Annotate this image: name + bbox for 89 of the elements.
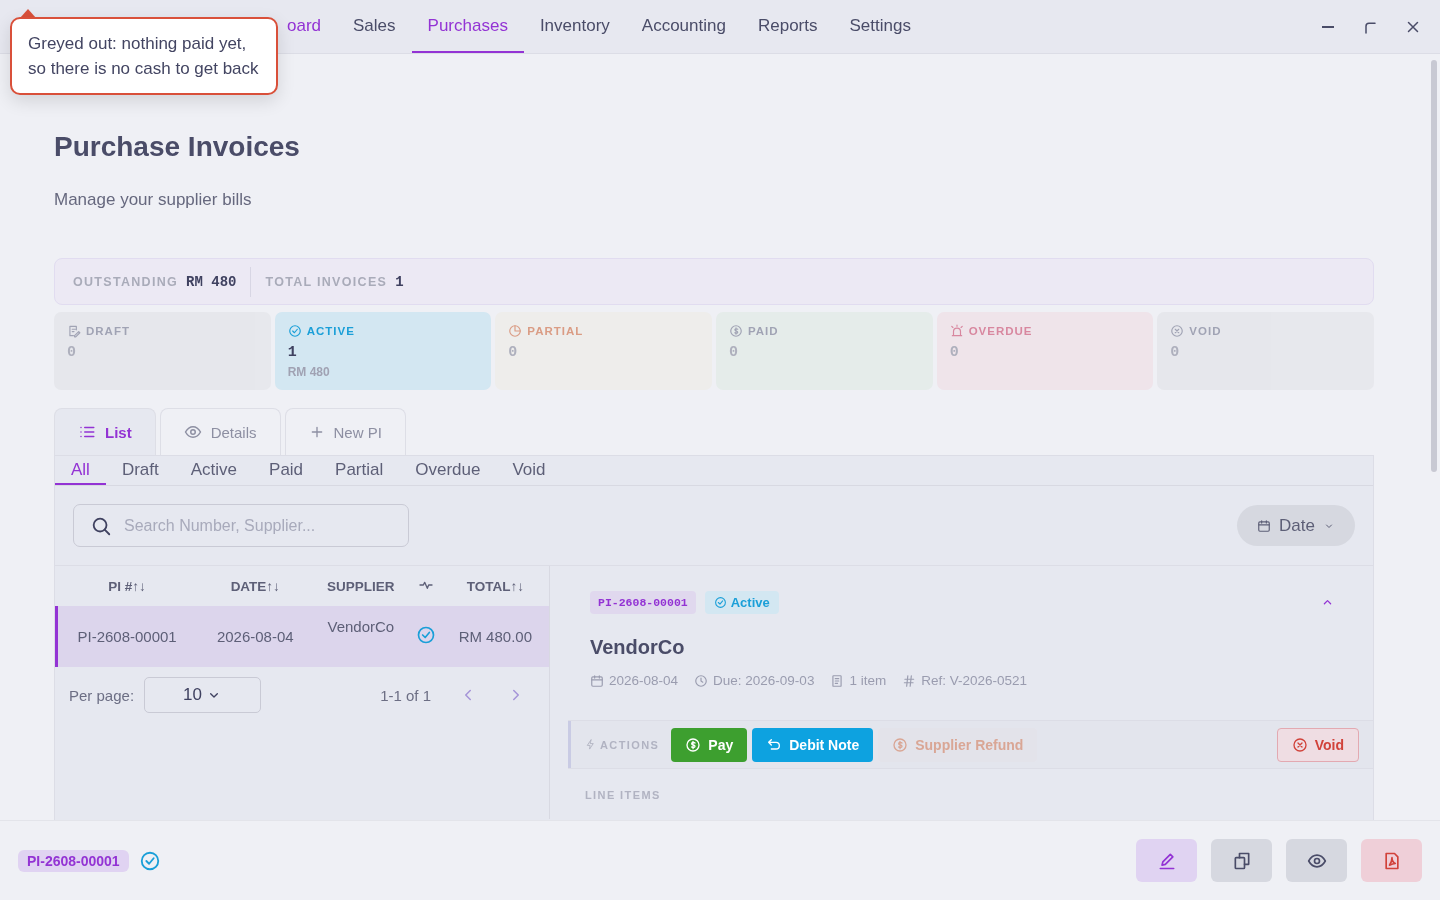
filter-tab[interactable]: Overdue [399,456,497,485]
status-count: 1 [287,344,298,361]
dollar-circle-icon [685,736,702,753]
dollar-circle-icon [729,324,743,338]
status-label: PARTIAL [527,325,584,337]
status-amount: RM 480 [287,365,331,379]
edit-button[interactable] [1136,839,1197,882]
nav-tab[interactable]: Accounting [625,0,742,53]
bolt-icon [585,739,596,750]
status-label: ACTIVE [306,325,355,337]
invoice-number: PI-2608-00001 [18,849,129,872]
page-range: 1-1 of 1 [380,686,431,704]
page-title: Purchase Invoices [54,131,301,163]
alarm-icon [949,324,964,338]
table-cell: 2026-08-04 [199,606,312,667]
debit-button[interactable]: Debit Note [752,727,874,762]
status-count: 0 [67,344,77,361]
view-tab[interactable]: List [54,408,156,455]
x-circle-icon [1291,736,1308,753]
summary-value: 1 [395,273,404,290]
tooltip: Greyed out: nothing paid yet, so there is no cash to get back [10,17,278,95]
status-label: PAID [748,325,779,337]
status-label: VOID [1189,325,1222,337]
filter-tab[interactable]: Paid [253,456,320,485]
view-tab[interactable]: Details [159,408,281,455]
check-circle-icon [713,596,727,609]
calendar-icon [590,673,604,688]
column-header[interactable]: DATE↑↓ [230,578,280,594]
filter-tab[interactable]: Active [174,456,254,485]
calendar-icon [1257,518,1272,533]
scrollbar[interactable] [1431,60,1437,472]
summary-value: RM 480 [186,273,237,290]
summary-label: TOTAL INVOICES [265,274,388,289]
check-circle-icon [138,849,161,872]
filter-tab[interactable]: All [55,456,106,485]
column-header[interactable]: SUPPLIER [327,578,395,594]
edit-note-icon [67,324,81,338]
status-label: DRAFT [86,325,130,337]
status-tag: Active [704,591,779,614]
meta-text: Ref: V-2026-0521 [921,673,1027,688]
clock-icon [694,673,709,688]
status-count: 0 [949,344,960,361]
summary-label: OUTSTANDING [73,274,179,289]
pie-chart-icon [508,324,523,338]
search-icon [90,515,112,537]
nav-tab[interactable]: Reports [741,0,834,53]
invoice-number: PI-2608-00001 [590,591,696,614]
minimize-icon[interactable] [1322,25,1334,28]
hash-icon [902,673,917,688]
filter-tab[interactable]: Void [496,456,562,485]
table-cell: PI-2608-00001 [55,606,200,667]
void-button[interactable]: Void [1276,727,1359,762]
nav-tab[interactable]: Sales [337,0,412,53]
meta-text: 2026-08-04 [609,673,679,688]
status-count: 0 [508,344,519,361]
dollar-circle-icon [892,736,909,753]
nav-tab[interactable]: Settings [833,0,927,53]
eye-icon [183,423,202,441]
page-subtitle: Manage your supplier bills [54,190,253,210]
nav-tab[interactable]: Inventory [523,0,626,53]
document-icon [830,673,845,688]
view-tab[interactable]: New PI [284,408,406,455]
per-page-label: Per page: [69,686,135,704]
search-field[interactable]: Search Number, Supplier... [73,504,409,547]
status-count: 0 [729,344,739,361]
status-label: OVERDUE [968,325,1033,337]
check-circle-icon [415,625,436,645]
table-cell: RM 480.00 [441,606,549,667]
copy-icon [1231,850,1252,871]
meta-text: Due: 2026-09-03 [713,673,815,688]
nav-tab[interactable]: Purchases [411,0,524,53]
x-circle-icon [1170,324,1185,338]
filter-tab[interactable]: Draft [105,456,175,485]
pdf-button[interactable] [1361,839,1422,882]
table-cell: VendorCo [311,606,411,667]
undo-icon [766,736,783,753]
per-page-select[interactable]: 10 [144,677,262,713]
supplier-name: VendorCo [589,635,686,659]
date-button[interactable]: Date [1237,505,1355,546]
check-circle-icon [287,324,302,338]
view-button[interactable] [1286,839,1347,882]
meta-text: 1 item [849,673,887,688]
status-count: 0 [1170,344,1181,361]
pay-button[interactable]: Pay [671,727,748,762]
copy-button[interactable] [1211,839,1272,882]
status-card[interactable]: ACTIVE 1 RM 480 [274,312,492,390]
filter-tab[interactable]: Partial [319,456,400,485]
column-header[interactable]: TOTAL↑↓ [466,578,524,594]
column-header[interactable]: PI #↑↓ [108,578,146,594]
